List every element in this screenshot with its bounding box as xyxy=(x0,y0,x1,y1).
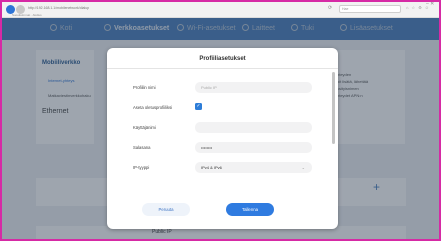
profile-settings-dialog: Profiiliasetukset Profiilin nimi Public … xyxy=(107,48,338,229)
dialog-scrollbar[interactable] xyxy=(332,72,335,144)
address-bar[interactable]: http://192.168.1.1/mobilenetwork/dialup xyxy=(28,6,89,10)
default-profile-checkbox[interactable]: ✓ xyxy=(195,103,202,110)
save-button[interactable]: Tallenna xyxy=(226,203,274,216)
chevron-down-icon: ⌄ xyxy=(301,165,305,170)
profile-name-label: Profiilin nimi xyxy=(133,85,156,90)
window-controls[interactable]: – ✕ xyxy=(426,1,434,7)
username-label: Käyttäjänimi xyxy=(133,125,156,130)
bookmarks-bar[interactable]: Suosituimmat · Aloitus xyxy=(12,13,42,17)
username-input[interactable] xyxy=(195,122,312,133)
dialog-title: Profiiliasetukset xyxy=(199,56,246,62)
cancel-button[interactable]: Peruuta xyxy=(142,203,190,216)
ip-type-value: IPv4 & IPv6 xyxy=(201,165,222,170)
password-input[interactable]: •••••••• xyxy=(195,142,312,153)
profile-name-input[interactable]: Public IP xyxy=(195,82,312,93)
dialog-divider xyxy=(107,68,338,69)
password-label: Salasana xyxy=(133,145,151,150)
default-profile-label: Aseta oletusprofiiliksi xyxy=(133,105,173,110)
search-input[interactable]: Hae xyxy=(339,5,401,13)
browser-toolbar: http://192.168.1.1/mobilenetwork/dialup … xyxy=(2,1,439,18)
ip-type-select[interactable]: IPv4 & IPv6 ⌄ xyxy=(195,162,312,173)
refresh-icon[interactable]: ⟳ xyxy=(328,5,332,11)
ip-type-label: IP-tyyppi xyxy=(133,165,150,170)
